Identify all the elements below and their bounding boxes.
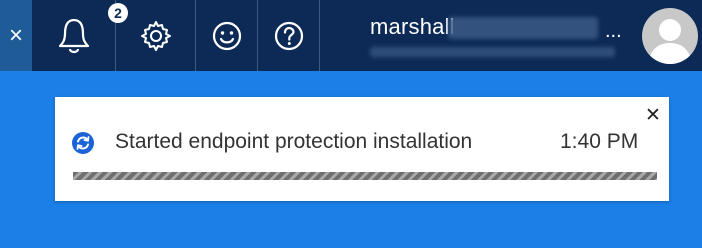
help-button[interactable] xyxy=(258,0,320,71)
settings-button[interactable] xyxy=(116,0,196,71)
smiley-icon xyxy=(211,20,243,52)
close-icon: × xyxy=(8,21,23,49)
feedback-button[interactable] xyxy=(196,0,258,71)
user-name: marshall xyxy=(370,14,455,39)
help-icon xyxy=(273,20,305,52)
close-pane-button[interactable]: × xyxy=(0,0,32,71)
notifications-button[interactable]: 2 xyxy=(32,0,128,71)
account-menu[interactable]: marshall ... xyxy=(350,0,640,71)
gear-icon xyxy=(139,19,173,53)
toast-close-button[interactable]: ✕ xyxy=(643,105,663,125)
top-navigation-bar: × 2 marshall ... xyxy=(0,0,702,78)
notification-message: Started endpoint protection installation xyxy=(115,130,473,153)
avatar[interactable] xyxy=(642,8,698,64)
indeterminate-progress-bar xyxy=(73,172,657,180)
user-name-ellipsis: ... xyxy=(605,20,622,42)
notification-time: 1:40 PM xyxy=(560,130,639,153)
topbar-bottom-band xyxy=(0,71,702,78)
notification-toast[interactable]: ✕ Started endpoint protection installati… xyxy=(55,97,669,201)
bell-icon xyxy=(57,16,91,56)
sync-icon xyxy=(72,132,94,154)
redacted-email xyxy=(370,47,615,57)
close-icon: ✕ xyxy=(645,104,661,126)
redacted-name xyxy=(448,17,598,39)
